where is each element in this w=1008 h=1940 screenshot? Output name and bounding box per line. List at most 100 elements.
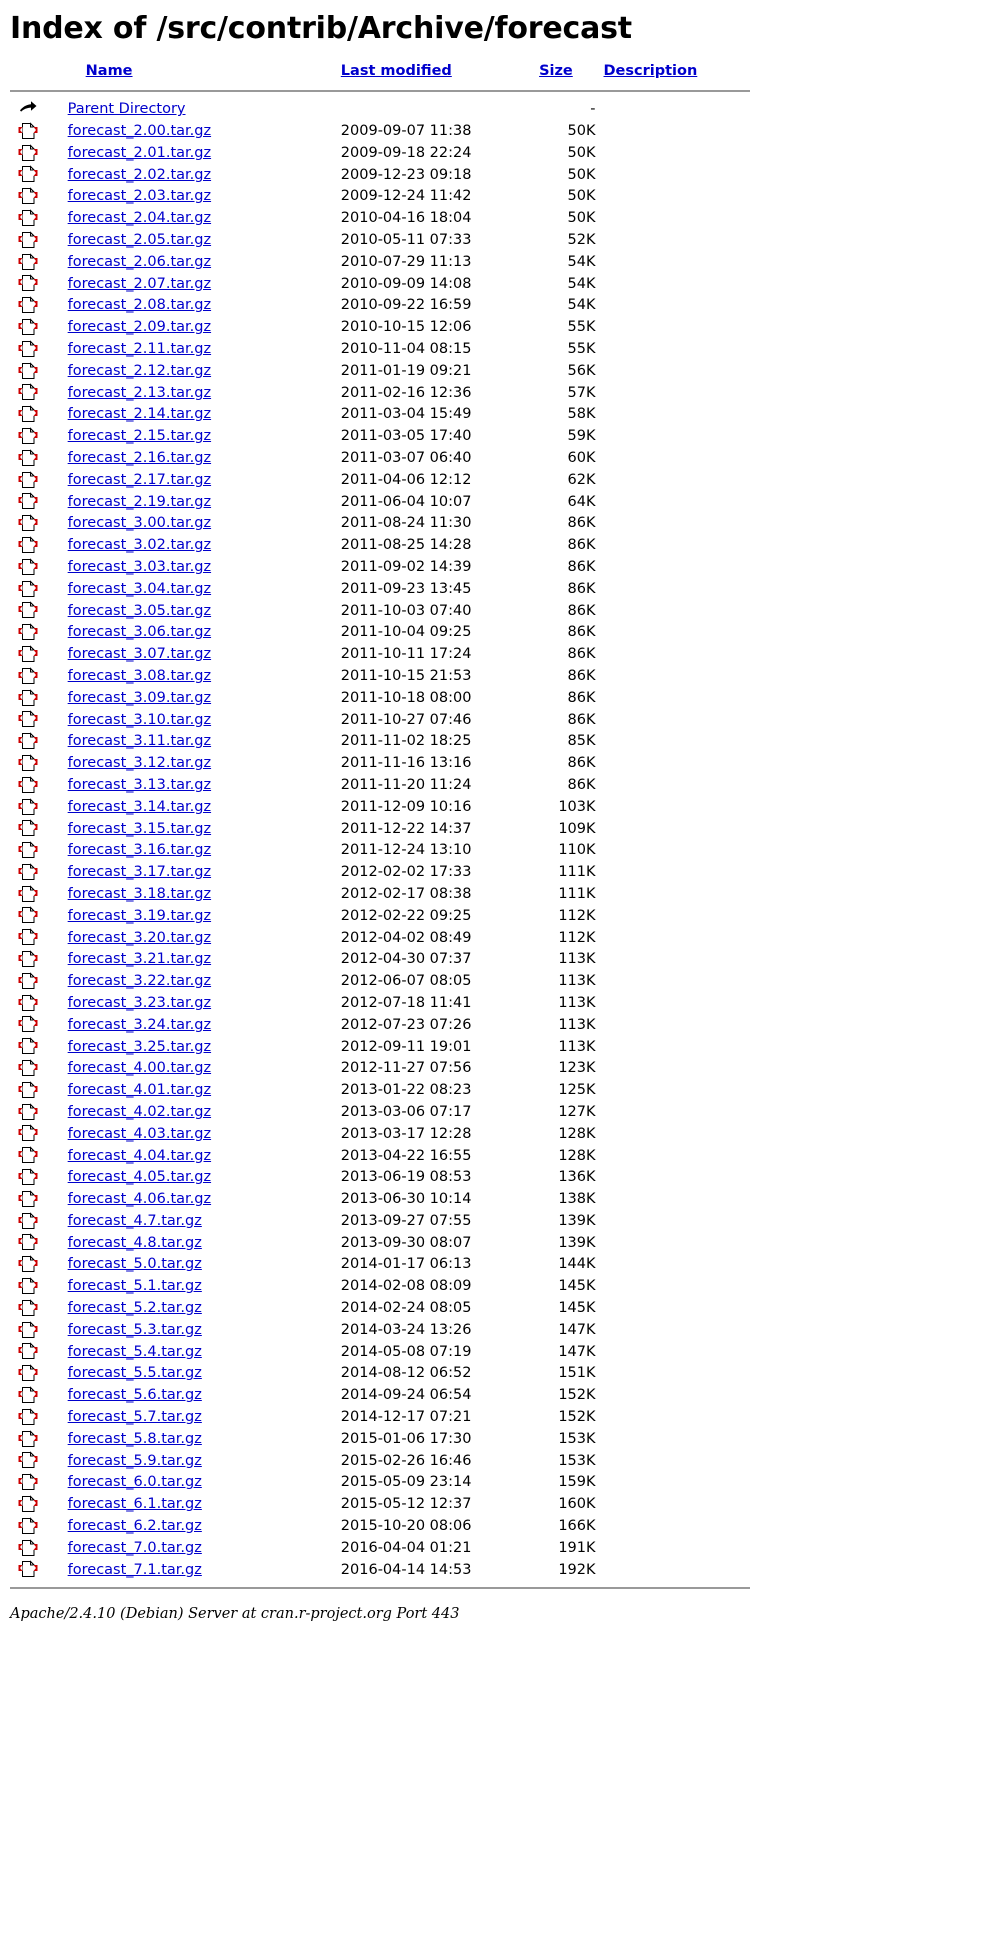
file-link[interactable]: forecast_3.06.tar.gz bbox=[68, 624, 211, 640]
table-row[interactable]: forecast_5.3.tar.gz 2014-03-24 13:26 147K bbox=[10, 1320, 750, 1342]
file-link[interactable]: forecast_3.17.tar.gz bbox=[68, 864, 211, 880]
file-link[interactable]: forecast_3.20.tar.gz bbox=[68, 930, 211, 946]
table-row[interactable]: forecast_5.7.tar.gz 2014-12-17 07:21 152K bbox=[10, 1407, 750, 1429]
table-row[interactable]: forecast_2.00.tar.gz 2009-09-07 11:38 50K bbox=[10, 121, 750, 143]
file-link[interactable]: forecast_7.0.tar.gz bbox=[68, 1540, 202, 1556]
table-row[interactable]: forecast_3.14.tar.gz 2011-12-09 10:16 103K bbox=[10, 797, 750, 819]
table-row[interactable]: forecast_5.8.tar.gz 2015-01-06 17:30 153K bbox=[10, 1429, 750, 1451]
file-link[interactable]: forecast_4.7.tar.gz bbox=[68, 1213, 202, 1229]
file-link[interactable]: forecast_2.05.tar.gz bbox=[68, 232, 211, 248]
file-link[interactable]: forecast_6.2.tar.gz bbox=[68, 1518, 202, 1534]
table-row[interactable]: forecast_3.00.tar.gz 2011-08-24 11:30 86K bbox=[10, 513, 750, 535]
file-link[interactable]: forecast_2.16.tar.gz bbox=[68, 450, 211, 466]
table-row[interactable]: forecast_3.20.tar.gz 2012-04-02 08:49 112K bbox=[10, 927, 750, 949]
table-row[interactable]: forecast_3.24.tar.gz 2012-07-23 07:26 113K bbox=[10, 1014, 750, 1036]
table-row[interactable]: forecast_3.19.tar.gz 2012-02-22 09:25 112K bbox=[10, 905, 750, 927]
file-link[interactable]: forecast_5.1.tar.gz bbox=[68, 1278, 202, 1294]
file-link[interactable]: forecast_3.25.tar.gz bbox=[68, 1039, 211, 1055]
file-link[interactable]: forecast_3.23.tar.gz bbox=[68, 995, 211, 1011]
table-row[interactable]: forecast_2.02.tar.gz 2009-12-23 09:18 50K bbox=[10, 164, 750, 186]
file-link[interactable]: forecast_2.04.tar.gz bbox=[68, 210, 211, 226]
file-link[interactable]: forecast_2.17.tar.gz bbox=[68, 472, 211, 488]
parent-directory-row[interactable]: Parent Directory - bbox=[10, 99, 750, 121]
table-row[interactable]: forecast_3.15.tar.gz 2011-12-22 14:37 109K bbox=[10, 818, 750, 840]
table-row[interactable]: forecast_3.02.tar.gz 2011-08-25 14:28 86K bbox=[10, 535, 750, 557]
table-row[interactable]: forecast_3.23.tar.gz 2012-07-18 11:41 113K bbox=[10, 993, 750, 1015]
file-link[interactable]: forecast_3.12.tar.gz bbox=[68, 755, 211, 771]
file-link[interactable]: forecast_2.15.tar.gz bbox=[68, 428, 211, 444]
file-link[interactable]: forecast_2.13.tar.gz bbox=[68, 385, 211, 401]
table-row[interactable]: forecast_3.03.tar.gz 2011-09-02 14:39 86K bbox=[10, 557, 750, 579]
file-link[interactable]: forecast_3.15.tar.gz bbox=[68, 821, 211, 837]
file-link[interactable]: forecast_3.07.tar.gz bbox=[68, 646, 211, 662]
table-row[interactable]: forecast_7.0.tar.gz 2016-04-04 01:21 191K bbox=[10, 1538, 750, 1560]
file-link[interactable]: forecast_4.00.tar.gz bbox=[68, 1060, 211, 1076]
file-link[interactable]: forecast_6.0.tar.gz bbox=[68, 1474, 202, 1490]
table-row[interactable]: forecast_5.0.tar.gz 2014-01-17 06:13 144K bbox=[10, 1254, 750, 1276]
table-row[interactable]: forecast_2.19.tar.gz 2011-06-04 10:07 64K bbox=[10, 491, 750, 513]
file-link[interactable]: forecast_2.03.tar.gz bbox=[68, 188, 211, 204]
table-row[interactable]: forecast_2.06.tar.gz 2010-07-29 11:13 54K bbox=[10, 252, 750, 274]
file-link[interactable]: forecast_3.14.tar.gz bbox=[68, 799, 211, 815]
table-row[interactable]: forecast_3.12.tar.gz 2011-11-16 13:16 86K bbox=[10, 753, 750, 775]
file-link[interactable]: forecast_3.11.tar.gz bbox=[68, 733, 211, 749]
file-link[interactable]: forecast_3.09.tar.gz bbox=[68, 690, 211, 706]
table-row[interactable]: forecast_4.03.tar.gz 2013-03-17 12:28 128K bbox=[10, 1123, 750, 1145]
sort-by-size-link[interactable]: Size bbox=[539, 63, 573, 79]
table-row[interactable]: forecast_4.7.tar.gz 2013-09-27 07:55 139K bbox=[10, 1211, 750, 1233]
file-link[interactable]: forecast_5.9.tar.gz bbox=[68, 1453, 202, 1469]
file-link[interactable]: forecast_3.03.tar.gz bbox=[68, 559, 211, 575]
table-row[interactable]: forecast_4.01.tar.gz 2013-01-22 08:23 125K bbox=[10, 1080, 750, 1102]
file-link[interactable]: forecast_5.2.tar.gz bbox=[68, 1300, 202, 1316]
table-row[interactable]: forecast_6.1.tar.gz 2015-05-12 12:37 160K bbox=[10, 1494, 750, 1516]
table-row[interactable]: forecast_5.2.tar.gz 2014-02-24 08:05 145K bbox=[10, 1298, 750, 1320]
file-link[interactable]: forecast_2.19.tar.gz bbox=[68, 494, 211, 510]
file-link[interactable]: forecast_4.06.tar.gz bbox=[68, 1191, 211, 1207]
table-row[interactable]: forecast_3.18.tar.gz 2012-02-17 08:38 111K bbox=[10, 884, 750, 906]
table-row[interactable]: forecast_2.14.tar.gz 2011-03-04 15:49 58K bbox=[10, 404, 750, 426]
file-link[interactable]: forecast_3.08.tar.gz bbox=[68, 668, 211, 684]
file-link[interactable]: forecast_3.00.tar.gz bbox=[68, 515, 211, 531]
table-row[interactable]: forecast_4.04.tar.gz 2013-04-22 16:55 128K bbox=[10, 1145, 750, 1167]
table-row[interactable]: forecast_4.00.tar.gz 2012-11-27 07:56 123K bbox=[10, 1058, 750, 1080]
table-row[interactable]: forecast_4.02.tar.gz 2013-03-06 07:17 127K bbox=[10, 1102, 750, 1124]
file-link[interactable]: forecast_5.8.tar.gz bbox=[68, 1431, 202, 1447]
table-row[interactable]: forecast_5.5.tar.gz 2014-08-12 06:52 151K bbox=[10, 1363, 750, 1385]
file-link[interactable]: forecast_3.22.tar.gz bbox=[68, 973, 211, 989]
table-row[interactable]: forecast_4.05.tar.gz 2013-06-19 08:53 136K bbox=[10, 1167, 750, 1189]
table-row[interactable]: forecast_3.21.tar.gz 2012-04-30 07:37 113K bbox=[10, 949, 750, 971]
parent-directory-link[interactable]: Parent Directory bbox=[68, 101, 186, 117]
file-link[interactable]: forecast_3.21.tar.gz bbox=[68, 951, 211, 967]
file-link[interactable]: forecast_2.14.tar.gz bbox=[68, 406, 211, 422]
file-link[interactable]: forecast_2.11.tar.gz bbox=[68, 341, 211, 357]
file-link[interactable]: forecast_2.09.tar.gz bbox=[68, 319, 211, 335]
table-row[interactable]: forecast_2.12.tar.gz 2011-01-19 09:21 56K bbox=[10, 361, 750, 383]
file-link[interactable]: forecast_5.0.tar.gz bbox=[68, 1256, 202, 1272]
table-row[interactable]: forecast_3.10.tar.gz 2011-10-27 07:46 86K bbox=[10, 709, 750, 731]
table-row[interactable]: forecast_2.09.tar.gz 2010-10-15 12:06 55K bbox=[10, 317, 750, 339]
file-link[interactable]: forecast_2.06.tar.gz bbox=[68, 254, 211, 270]
file-link[interactable]: forecast_2.02.tar.gz bbox=[68, 167, 211, 183]
file-link[interactable]: forecast_6.1.tar.gz bbox=[68, 1496, 202, 1512]
table-row[interactable]: forecast_3.04.tar.gz 2011-09-23 13:45 86K bbox=[10, 579, 750, 601]
file-link[interactable]: forecast_5.7.tar.gz bbox=[68, 1409, 202, 1425]
file-link[interactable]: forecast_2.12.tar.gz bbox=[68, 363, 211, 379]
table-row[interactable]: forecast_5.1.tar.gz 2014-02-08 08:09 145K bbox=[10, 1276, 750, 1298]
sort-by-name-link[interactable]: Name bbox=[86, 63, 133, 79]
file-link[interactable]: forecast_3.16.tar.gz bbox=[68, 842, 211, 858]
file-link[interactable]: forecast_5.4.tar.gz bbox=[68, 1344, 202, 1360]
file-link[interactable]: forecast_2.08.tar.gz bbox=[68, 297, 211, 313]
file-link[interactable]: forecast_3.10.tar.gz bbox=[68, 712, 211, 728]
file-link[interactable]: forecast_5.6.tar.gz bbox=[68, 1387, 202, 1403]
table-row[interactable]: forecast_3.22.tar.gz 2012-06-07 08:05 113K bbox=[10, 971, 750, 993]
sort-by-last-modified-link[interactable]: Last modified bbox=[341, 63, 452, 79]
table-row[interactable]: forecast_3.11.tar.gz 2011-11-02 18:25 85K bbox=[10, 731, 750, 753]
table-row[interactable]: forecast_4.8.tar.gz 2013-09-30 08:07 139K bbox=[10, 1232, 750, 1254]
sort-by-description-link[interactable]: Description bbox=[604, 63, 698, 79]
table-row[interactable]: forecast_5.6.tar.gz 2014-09-24 06:54 152K bbox=[10, 1385, 750, 1407]
table-row[interactable]: forecast_3.07.tar.gz 2011-10-11 17:24 86K bbox=[10, 644, 750, 666]
table-row[interactable]: forecast_3.13.tar.gz 2011-11-20 11:24 86K bbox=[10, 775, 750, 797]
file-link[interactable]: forecast_4.05.tar.gz bbox=[68, 1169, 211, 1185]
table-row[interactable]: forecast_2.15.tar.gz 2011-03-05 17:40 59K bbox=[10, 426, 750, 448]
file-link[interactable]: forecast_2.01.tar.gz bbox=[68, 145, 211, 161]
